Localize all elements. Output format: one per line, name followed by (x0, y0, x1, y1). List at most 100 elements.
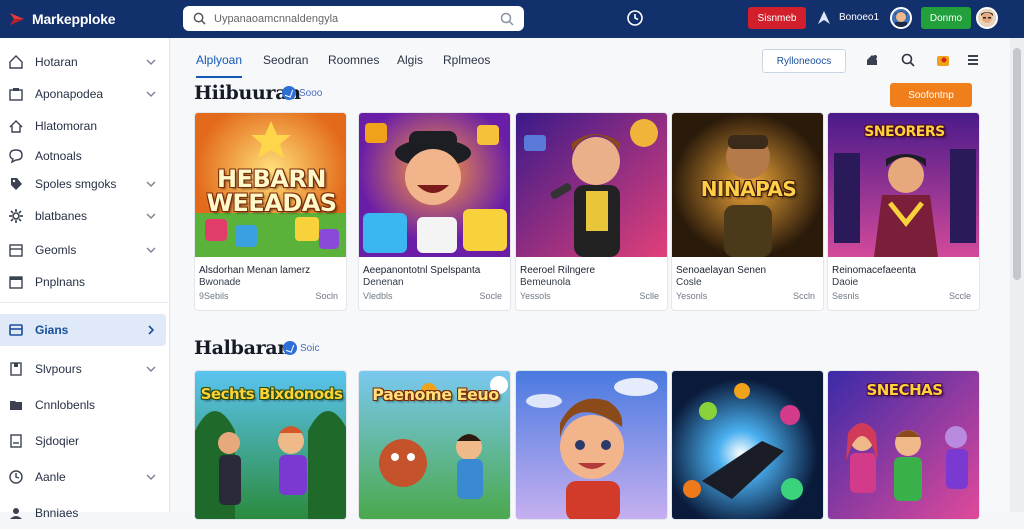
search-icon[interactable] (900, 52, 916, 68)
chevron-down-icon[interactable] (144, 55, 158, 69)
tab-seodran[interactable]: Seodran (263, 38, 308, 82)
sidebar-item-13[interactable]: Bnniaes (0, 497, 166, 529)
sidebar-item-9[interactable]: Slvpours (0, 353, 166, 385)
navigation-icon[interactable] (815, 9, 833, 27)
share-icon[interactable] (864, 52, 880, 68)
brand-name: Markepploke (32, 11, 116, 27)
clock-icon (8, 469, 24, 485)
brand-logo-icon (10, 13, 24, 25)
card-title[interactable]: Reeroel Rilngere (520, 265, 665, 277)
search-input[interactable] (214, 12, 500, 25)
search-icon (193, 12, 206, 25)
game-thumbnail[interactable] (672, 371, 824, 520)
sidebar-item-8[interactable]: Gians (0, 314, 166, 346)
chevron-down-icon[interactable] (144, 209, 158, 223)
gear-icon (8, 208, 24, 224)
section-badge-label: Sooo (299, 87, 323, 99)
brand[interactable]: Markepploke (8, 10, 178, 28)
card-meta: Yessols (520, 291, 551, 301)
card-title[interactable]: Senoaelayan Senen (676, 265, 821, 277)
sidebar-item-2[interactable]: Hlatomoran (0, 110, 166, 142)
card-subtitle: Denenan (363, 277, 404, 288)
house-outline-icon (8, 118, 24, 134)
chevron-down-icon[interactable] (144, 470, 158, 484)
green-action-button[interactable]: Donmo (921, 7, 971, 29)
user-icon (8, 505, 24, 521)
sidebar-item-10[interactable]: Cnnlobenls (0, 389, 166, 421)
tab-algis[interactable]: Algis (397, 38, 423, 82)
card-title[interactable]: Alsdorhan Menan lamerz (199, 265, 344, 277)
section-badge-label: Soic (300, 342, 320, 354)
card-subtitle: Bwonade (199, 277, 241, 288)
sidebar-item-5[interactable]: blatbanes (0, 200, 166, 232)
thumbnail-title: HEBARN WEEADAS (206, 165, 337, 217)
sidebar-item-0[interactable]: Hotaran (0, 46, 166, 78)
card-meta: Vledbls (363, 291, 393, 301)
profile-face-icon (978, 9, 996, 27)
sidebar-item-label: Cnnlobenls (35, 398, 96, 412)
user-name[interactable]: Bonoeo1 (839, 12, 879, 23)
chevron-down-icon[interactable] (144, 87, 158, 101)
sidebar-item-label: Hlatomoran (35, 119, 98, 133)
tab-rplmeos[interactable]: Rplmeos (443, 38, 490, 82)
card-title[interactable]: Aeepanontotnl Spelspanta (363, 265, 508, 277)
avatar[interactable] (890, 7, 912, 29)
main-content: Alplyoan Seodran Roomnes Algis Rplmeos R… (171, 38, 1009, 520)
sidebar-item-label: Hotaran (35, 55, 78, 69)
card-meta: Yesonls (676, 291, 708, 301)
tab-alplyoan[interactable]: Alplyoan (196, 38, 243, 82)
sidebar-divider (0, 302, 168, 303)
scrollbar-thumb[interactable] (1013, 48, 1021, 280)
profile-avatar[interactable] (976, 7, 998, 29)
sidebar-item-1[interactable]: Aponapodea (0, 78, 166, 110)
card-subtitle: Cosle (676, 277, 702, 288)
card-meta: 9Sebils (199, 291, 229, 301)
sidebar-item-7[interactable]: Pnplnans (0, 266, 166, 298)
card-title[interactable]: Reinomacefaeenta (832, 265, 977, 277)
card-subtitle: Daoie (832, 277, 859, 288)
chat-icon (8, 148, 24, 164)
section-action-button[interactable]: Soofontnp (890, 83, 972, 107)
calendar-icon (8, 242, 24, 258)
game-card[interactable]: Aeepanontotnl Spelspanta Denenan Vledbls So… (358, 112, 511, 311)
game-card[interactable]: NINAPAS Senoaelayan Senen Cosle Yesonls Sccl… (671, 112, 824, 311)
thumbnail-title: NINAPAS (700, 177, 797, 201)
search-box[interactable] (183, 6, 524, 31)
bag-icon[interactable] (935, 52, 951, 68)
game-thumbnail[interactable] (516, 113, 668, 257)
search-submit-icon[interactable] (500, 12, 514, 26)
game-thumbnail[interactable] (359, 113, 511, 257)
game-card[interactable]: Paenome Eeuo (358, 370, 511, 520)
link-button[interactable]: Rylloneoocs (762, 49, 846, 73)
sidebar-item-6[interactable]: Geomls (0, 234, 166, 266)
sidebar-item-label: Aotnoals (35, 149, 82, 163)
sidebar-item-11[interactable]: Sjdoqier (0, 425, 166, 457)
menu-icon[interactable] (965, 52, 981, 68)
sidebar-item-12[interactable]: Aanle (0, 461, 166, 493)
chevron-down-icon[interactable] (144, 362, 158, 376)
sidebar-item-label: Spoles smgoks (35, 177, 117, 191)
sidebar-item-4[interactable]: Spoles smgoks (0, 168, 166, 200)
sidebar-item-label: Pnplnans (35, 275, 86, 289)
clock-icon[interactable] (626, 9, 644, 27)
section-badge: Sooo (282, 86, 322, 100)
list-icon (8, 433, 24, 449)
top-bar: Markepploke Sisnmeb Bonoeo1 Donmo (0, 0, 1024, 38)
chevron-down-icon[interactable] (144, 243, 158, 257)
game-card[interactable]: Sechts Bixdonods (194, 370, 347, 520)
game-card[interactable] (671, 370, 824, 520)
tag-icon (8, 176, 24, 192)
chevron-down-icon[interactable] (144, 177, 158, 191)
game-card[interactable]: SNEORERS Reinomacefaeenta Daoie Sesnls Sccle (827, 112, 980, 311)
game-card[interactable]: SNECHAS (827, 370, 980, 520)
verified-icon (282, 86, 296, 100)
game-thumbnail[interactable] (516, 371, 668, 520)
tab-roomnes[interactable]: Roomnes (328, 38, 379, 82)
card-meta-secondary: Sccln (792, 291, 815, 301)
card-meta-secondary: Socln (315, 291, 338, 301)
game-card[interactable]: Reeroel Rilngere Bemeunola Yessols Sclle (515, 112, 668, 311)
chevron-right-icon[interactable] (144, 323, 158, 337)
game-card[interactable] (515, 370, 668, 520)
red-action-button[interactable]: Sisnmeb (748, 7, 806, 29)
game-card[interactable]: HEBARN WEEADAS Alsdorhan Menan lamerz Bwon… (194, 112, 347, 311)
